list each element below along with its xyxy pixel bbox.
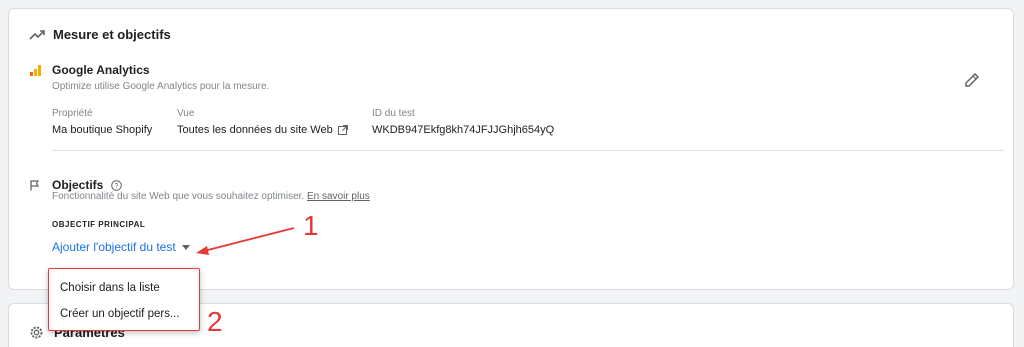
trending-up-icon [29, 29, 45, 41]
open-external-icon[interactable] [337, 125, 348, 135]
annotation-number-one: 1 [303, 210, 319, 241]
learn-more-link[interactable]: En savoir plus [307, 191, 370, 202]
test-id-field: ID du test WKDB947Ekfg8kh74JFJJGhjh654yQ [372, 108, 554, 136]
section-divider [52, 150, 1004, 151]
analytics-title: Google Analytics [52, 63, 150, 77]
objectives-description-text: Fonctionnalité du site Web que vous souh… [52, 191, 305, 202]
view-field: Vue Toutes les données du site Web [177, 108, 348, 136]
annotation-number-two: 2 [207, 306, 223, 337]
measure-header: Mesure et objectifs [29, 27, 171, 42]
svg-text:?: ? [115, 183, 119, 190]
menu-item-create-custom-goal[interactable]: Créer un objectif pers... [49, 301, 199, 327]
test-id-label: ID du test [372, 108, 415, 119]
caret-down-icon[interactable] [181, 244, 190, 250]
objectives-description: Fonctionnalité du site Web que vous souh… [52, 191, 370, 202]
add-goal-dropdown[interactable]: Ajouter l'objectif du test [52, 240, 190, 254]
view-label: Vue [177, 108, 195, 119]
property-field: Propriété Ma boutique Shopify [52, 108, 152, 136]
annotation-arrow [196, 227, 295, 255]
property-value: Ma boutique Shopify [52, 124, 153, 136]
menu-item-choose-from-list[interactable]: Choisir dans la liste [49, 275, 199, 301]
edit-pencil-icon[interactable] [964, 72, 980, 88]
view-value: Toutes les données du site Web [177, 124, 333, 136]
test-id-value: WKDB947Ekfg8kh74JFJJGhjh654yQ [372, 124, 555, 136]
objectives-title: Objectifs [52, 178, 104, 192]
analytics-description: Optimize utilise Google Analytics pour l… [52, 81, 270, 92]
objectives-header: Objectifs ? [30, 178, 123, 192]
help-icon[interactable]: ? [111, 179, 123, 191]
add-goal-label[interactable]: Ajouter l'objectif du test [52, 240, 176, 254]
flag-icon [30, 179, 40, 191]
measure-title: Mesure et objectifs [53, 27, 171, 42]
google-analytics-icon [30, 65, 41, 76]
goal-dropdown-menu: Choisir dans la liste Créer un objectif … [48, 268, 200, 331]
property-label: Propriété [52, 108, 93, 119]
principal-goal-label: OBJECTIF PRINCIPAL [52, 220, 146, 229]
gear-icon [29, 325, 44, 340]
analytics-block: Google Analytics Optimize utilise Google… [52, 63, 269, 92]
